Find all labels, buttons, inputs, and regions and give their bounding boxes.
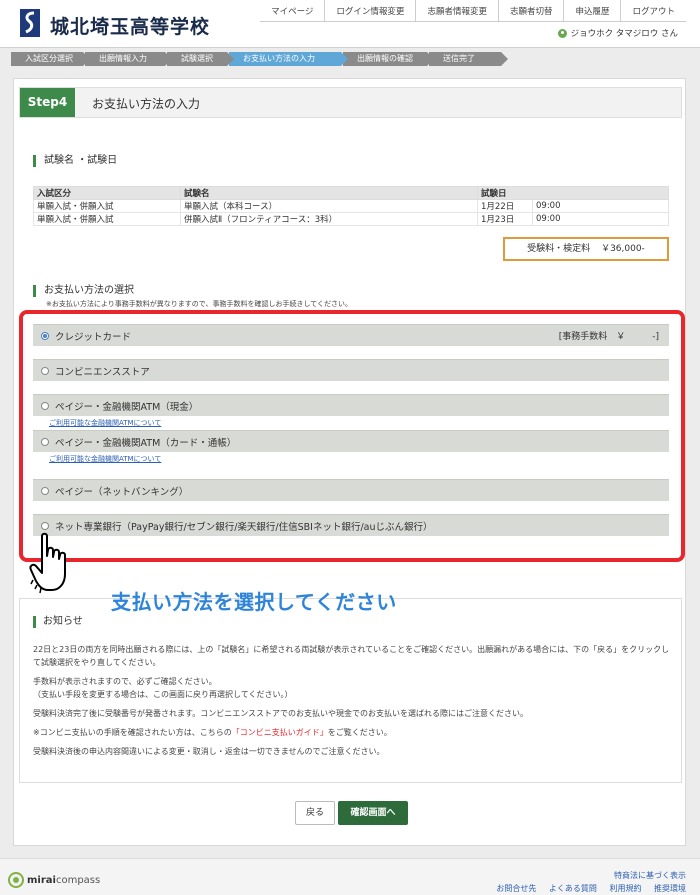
atm-info-link[interactable]: ご利用可能な金融機関ATMについて [33, 416, 669, 430]
notice-text: ※コンビニ支払いの手順を確認されたい方は、こちらの [33, 728, 232, 737]
exam-table: 入試区分 試験名 試験日 単願入試・併願入試 単願入試（本科コース） 1月22日… [33, 186, 669, 226]
table-row: 単願入試・併願入試 併願入試Ⅱ（フロンティアコース：3科） 1月23日 09:0… [33, 212, 669, 226]
notice-box: お知らせ 22日と23日の両方を同時出願される際には、上の「試験名」に希望される… [19, 598, 682, 783]
cell: 単願入試・併願入試 [33, 199, 181, 213]
main-panel: Step4 お支払い方法の入力 試験名 ・試験日 入試区分 試験名 試験日 単願… [13, 78, 686, 846]
cell: 1月22日 [477, 199, 533, 213]
method-label: ネット専業銀行（PayPay銀行/セブン銀行/楽天銀行/住信SBIネット銀行/a… [55, 521, 433, 533]
step-5: 出願情報の確認 [343, 52, 434, 66]
spacer [33, 501, 669, 514]
user-name: ジョウホク タマジロウ さん [570, 29, 678, 39]
link-contact[interactable]: お問合せ先 [496, 884, 536, 893]
user-icon [557, 28, 567, 38]
confirm-button[interactable]: 確認画面へ [338, 801, 408, 825]
nav-history[interactable]: 申込履歴 [563, 0, 621, 22]
cell: 併願入試Ⅱ（フロンティアコース：3科） [180, 212, 478, 226]
step-1: 入試区分選択 [11, 52, 90, 66]
step-2: 出願情報入力 [85, 52, 172, 66]
radio-icon[interactable] [41, 521, 49, 530]
radio-icon[interactable] [41, 366, 49, 375]
miraicompass-logo-icon [8, 872, 24, 888]
payment-methods: クレジットカード [事務手数料 ￥ -] コンビニエンスストア ペイジー・金融機… [33, 324, 669, 536]
convenience-guide-link[interactable]: 「コンビニ支払いガイド」 [232, 728, 328, 737]
method-convenience-store[interactable]: コンビニエンスストア [33, 359, 669, 381]
method-label: クレジットカード [55, 331, 132, 343]
nav-logout[interactable]: ログアウト [620, 0, 686, 22]
cell: 09:00 [532, 199, 669, 213]
school-name[interactable]: 城北埼玉高等学校 [50, 12, 210, 39]
spacer [33, 381, 669, 394]
nav-mypage[interactable]: マイページ [260, 0, 325, 22]
exam-section-title: 試験名 ・試験日 [33, 155, 117, 167]
notice-text: 手数料が表示されますので、必ずご確認ください。 [33, 677, 217, 686]
payment-section-title: お支払い方法の選択 [33, 285, 134, 297]
fee-box: 受験料・検定料 ￥36,000- [503, 237, 669, 261]
user-info: ジョウホク タマジロウ さん [557, 27, 678, 39]
method-credit-card[interactable]: クレジットカード [事務手数料 ￥ -] [33, 324, 669, 346]
method-label: ペイジー（ネットバンキング） [55, 486, 189, 498]
miraicompass-logo[interactable]: miraicompass [8, 872, 100, 888]
notice-text: （支払い手段を変更する場合は、この画面に戻り再選択してください。） [33, 690, 293, 699]
link-faq[interactable]: よくある質問 [549, 884, 597, 893]
page-title: お支払い方法の入力 [92, 97, 201, 111]
fee-value: ￥36,000- [601, 244, 645, 254]
footer-links: 特商法に基づく表示 お問合せ先 よくある質問 利用規約 推奨環境 [486, 869, 686, 895]
radio-icon[interactable] [41, 486, 49, 495]
method-fee: [事務手数料 ￥ -] [558, 332, 659, 342]
nav-switch-applicant[interactable]: 志願者切替 [497, 0, 564, 22]
notice-title: お知らせ [33, 616, 83, 628]
payment-note: ※お支払い方法により事務手数料が異なりますので、事務手数料を確認しお手続きしてく… [46, 300, 353, 308]
notice-text: 受験料決済後の申込内容間違いによる変更・取消し・返金は一切できませんのでご注意く… [33, 747, 385, 756]
spacer [33, 466, 669, 479]
method-net-bank[interactable]: ネット専業銀行（PayPay銀行/セブン銀行/楽天銀行/住信SBIネット銀行/a… [33, 514, 669, 536]
col-header: 試験名 [180, 186, 478, 200]
link-environment[interactable]: 推奨環境 [654, 884, 686, 893]
fee-label: 受験料・検定料 [527, 244, 591, 254]
col-header: 入試区分 [33, 186, 181, 200]
step-6: 送信完了 [429, 52, 508, 66]
brand-name-a: mirai [27, 874, 56, 886]
notice-text: 受験料決済完了後に受験番号が発番されます。コンビニエンスストアでのお支払いや現金… [33, 709, 529, 718]
link-terms[interactable]: 利用規約 [609, 884, 641, 893]
step-4-current: お支払い方法の入力 [229, 52, 348, 66]
radio-icon[interactable] [41, 401, 49, 410]
step-header: Step4 お支払い方法の入力 [19, 87, 682, 118]
back-button[interactable]: 戻る [295, 801, 335, 825]
spacer [33, 346, 669, 359]
cell: 1月23日 [477, 212, 533, 226]
top-nav: マイページ ログイン情報変更 志願者情報変更 志願者切替 申込履歴 ログアウト [260, 0, 686, 22]
notice-text: ※コンビニ支払いの手順を確認されたい方は、こちらの「コンビニ支払いガイド」をご覧… [33, 726, 673, 739]
notice-body: 22日と23日の両方を同時出願される際には、上の「試験名」に希望される両試験が表… [33, 643, 673, 764]
link-commercial-law[interactable]: 特商法に基づく表示 [614, 871, 686, 880]
method-payeasy-netbanking[interactable]: ペイジー（ネットバンキング） [33, 479, 669, 501]
table-row: 単願入試・併願入試 単願入試（本科コース） 1月22日 09:00 [33, 199, 669, 213]
nav-applicant-info[interactable]: 志願者情報変更 [415, 0, 498, 22]
method-payeasy-atm-card[interactable]: ペイジー・金融機関ATM（カード・通帳） [33, 430, 669, 452]
nav-login-info[interactable]: ログイン情報変更 [324, 0, 416, 22]
school-logo-icon [20, 9, 40, 37]
brand-name-b: compass [55, 874, 101, 886]
notice-text: 22日と23日の両方を同時出願される際には、上の「試験名」に希望される両試験が表… [33, 645, 670, 667]
site-header: 城北埼玉高等学校 マイページ ログイン情報変更 志願者情報変更 志願者切替 申込… [0, 0, 700, 48]
notice-text: をご覧ください。 [327, 728, 392, 737]
cell: 09:00 [532, 212, 669, 226]
method-label: ペイジー・金融機関ATM（カード・通帳） [55, 437, 237, 449]
step-badge: Step4 [20, 88, 75, 117]
table-header-row: 入試区分 試験名 試験日 [33, 186, 669, 200]
step-3: 試験選択 [167, 52, 234, 66]
instruction-overlay: 支払い方法を選択してください [111, 590, 397, 614]
site-footer: miraicompass 特商法に基づく表示 お問合せ先 よくある質問 利用規約… [0, 858, 700, 895]
col-header: 試験日 [477, 186, 669, 200]
cell: 単願入試・併願入試 [33, 212, 181, 226]
atm-info-link[interactable]: ご利用可能な金融機関ATMについて [33, 452, 669, 466]
radio-icon[interactable] [41, 331, 49, 340]
cell: 単願入試（本科コース） [180, 199, 478, 213]
method-label: ペイジー・金融機関ATM（現金） [55, 401, 199, 413]
method-payeasy-atm-cash[interactable]: ペイジー・金融機関ATM（現金） [33, 394, 669, 416]
progress-steps: 入試区分選択 出願情報入力 試験選択 お支払い方法の入力 出願情報の確認 送信完… [11, 52, 690, 66]
hand-cursor-icon [29, 532, 66, 594]
method-label: コンビニエンスストア [55, 366, 150, 378]
radio-icon[interactable] [41, 437, 49, 446]
